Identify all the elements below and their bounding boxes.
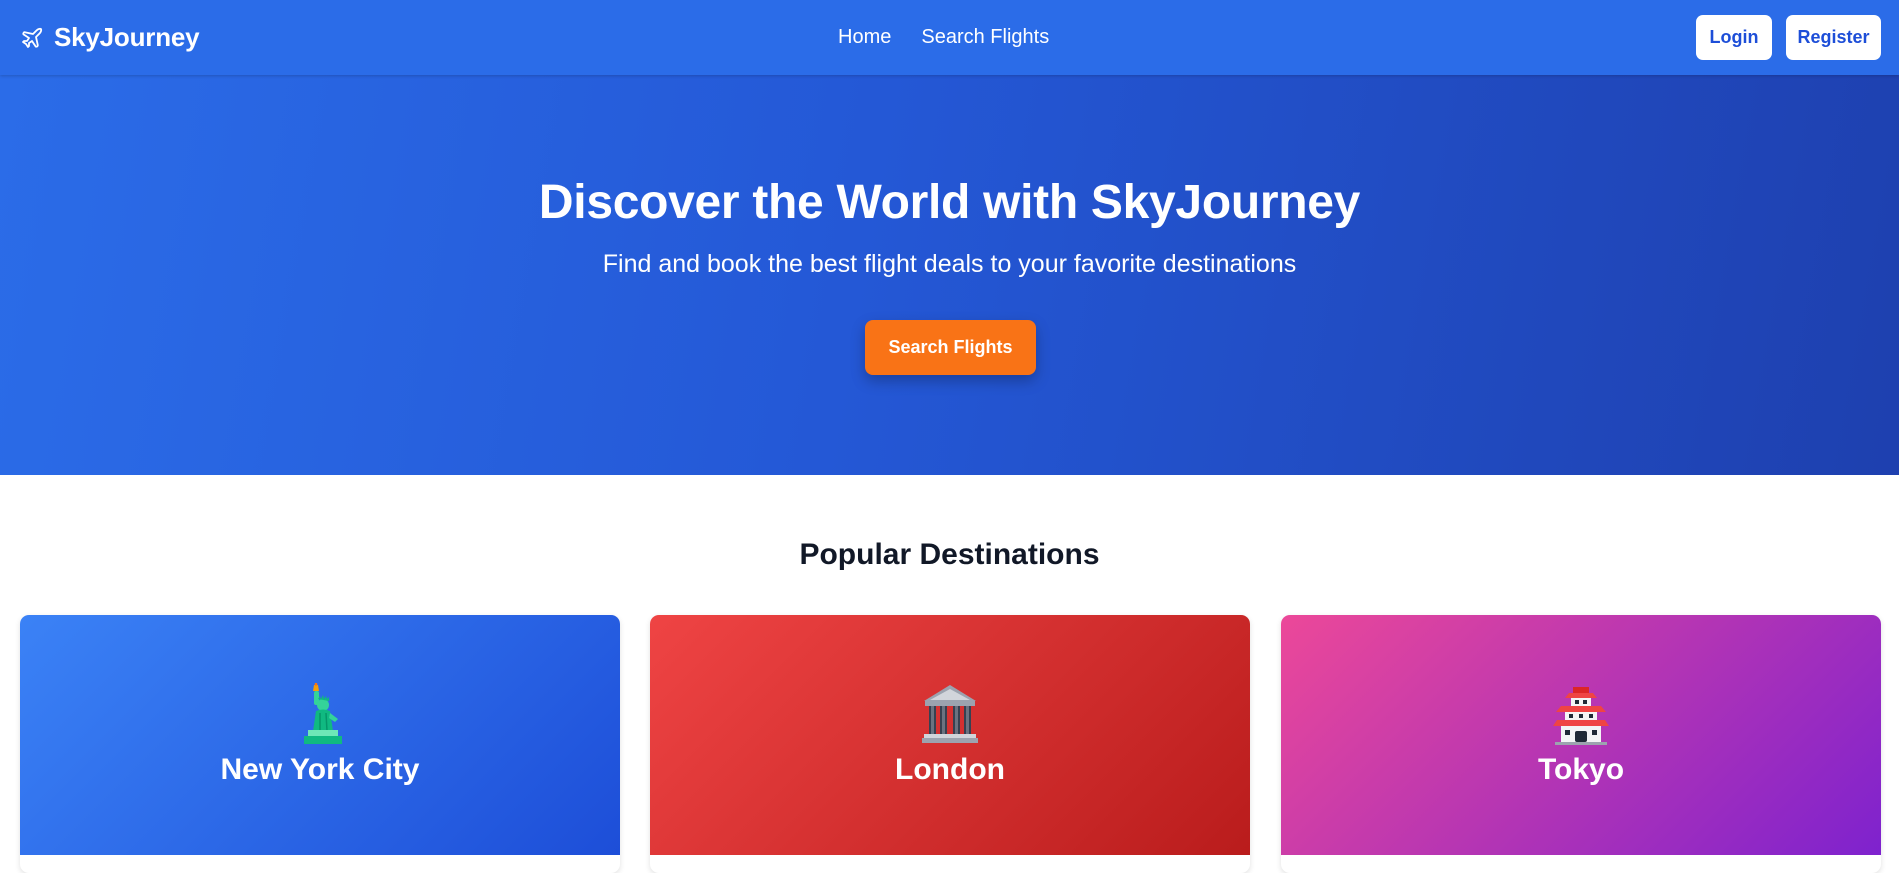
section-title: Popular Destinations [799, 538, 1100, 571]
hero-subtitle: Find and book the best flight deals to y… [602, 250, 1297, 278]
destination-cards: New York City London Tokyo [20, 615, 1881, 873]
destination-card-tokyo[interactable]: Tokyo [1281, 615, 1881, 873]
destination-name: Tokyo [1537, 753, 1625, 786]
search-flights-button[interactable]: Search Flights [865, 320, 1036, 375]
card-banner: London [650, 615, 1250, 855]
hero-section: Discover the World with SkyJourney Find … [0, 75, 1899, 475]
japanese-castle-icon [1553, 687, 1609, 745]
airplane-icon [22, 27, 43, 48]
main-nav: Home Search Flights [838, 0, 1049, 75]
login-button[interactable]: Login [1696, 15, 1772, 60]
classical-building-icon [922, 685, 978, 743]
navbar: SkyJourney Home Search Flights Login Reg… [0, 0, 1899, 75]
brand-logo[interactable]: SkyJourney [20, 0, 200, 75]
destination-name: New York City [220, 753, 420, 786]
brand-name: SkyJourney [54, 22, 200, 52]
register-button[interactable]: Register [1786, 15, 1881, 60]
hero-title: Discover the World with SkyJourney [538, 176, 1361, 229]
statue-of-liberty-icon [304, 683, 342, 744]
nav-link-search-flights[interactable]: Search Flights [921, 26, 1049, 49]
auth-buttons: Login Register [1696, 15, 1881, 60]
destination-name: London [895, 753, 1005, 786]
card-banner: New York City [20, 615, 620, 855]
destination-card-london[interactable]: London [650, 615, 1250, 873]
destination-card-new-york[interactable]: New York City [20, 615, 620, 873]
nav-link-home[interactable]: Home [838, 26, 891, 49]
card-banner: Tokyo [1281, 615, 1881, 855]
